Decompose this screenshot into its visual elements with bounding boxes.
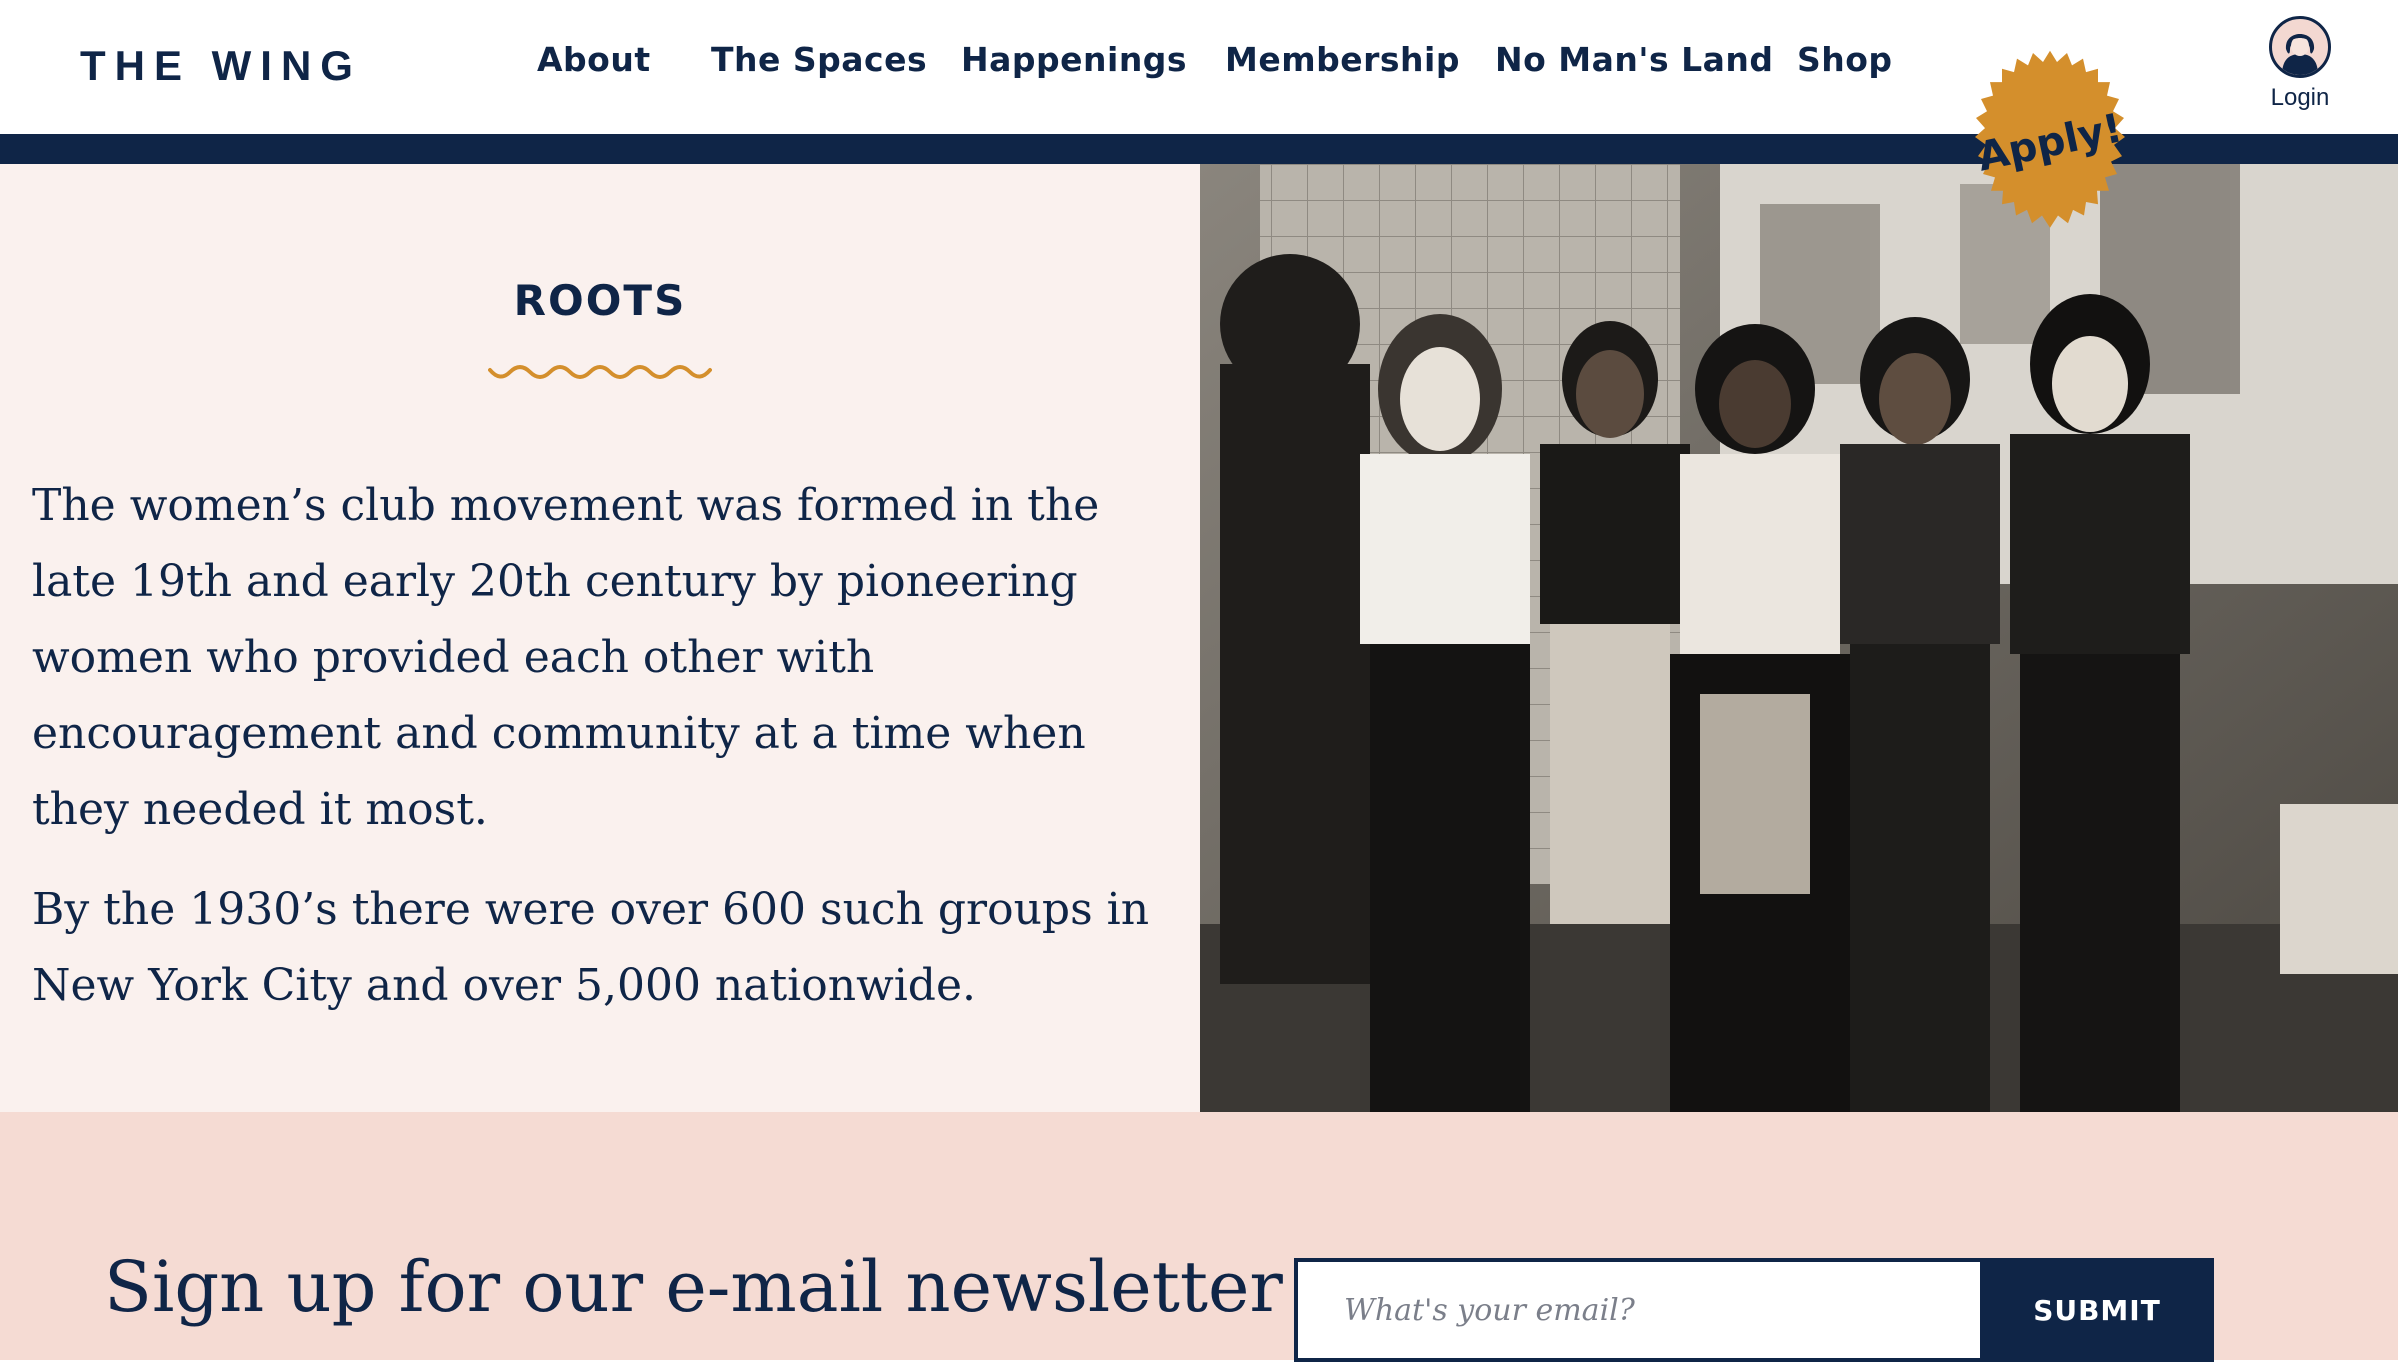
nav-item-about[interactable]: About bbox=[537, 40, 651, 79]
nav-item-the-spaces[interactable]: The Spaces bbox=[711, 40, 927, 79]
nav-item-membership[interactable]: Membership bbox=[1225, 40, 1460, 79]
user-avatar-icon[interactable] bbox=[2269, 16, 2331, 78]
email-input[interactable] bbox=[1294, 1258, 1980, 1362]
roots-photo bbox=[1200, 164, 2398, 1112]
newsletter-section: Sign up for our e-mail newsletter SUBMIT bbox=[0, 1112, 2398, 1362]
squiggle-divider-icon bbox=[488, 365, 712, 379]
apply-badge[interactable]: Apply! bbox=[1950, 44, 2150, 244]
submit-button[interactable]: SUBMIT bbox=[1980, 1258, 2214, 1362]
login-label[interactable]: Login bbox=[2264, 84, 2336, 112]
roots-title: ROOTS bbox=[513, 276, 687, 325]
nav-item-happenings[interactable]: Happenings bbox=[961, 40, 1187, 79]
newsletter-title: Sign up for our e-mail newsletter bbox=[104, 1246, 1283, 1328]
login-link[interactable]: Login bbox=[2264, 16, 2336, 112]
nav-item-shop[interactable]: Shop bbox=[1797, 40, 1893, 79]
roots-paragraph: By the 1930’s there were over 600 such g… bbox=[32, 884, 1150, 1011]
site-logo[interactable]: THE WING bbox=[80, 42, 362, 90]
roots-section: ROOTS The women’s club movement was form… bbox=[0, 164, 1200, 1112]
nav-item-no-mans-land[interactable]: No Man's Land bbox=[1495, 40, 1774, 79]
roots-paragraph: The women’s club movement was formed in … bbox=[32, 480, 1100, 835]
